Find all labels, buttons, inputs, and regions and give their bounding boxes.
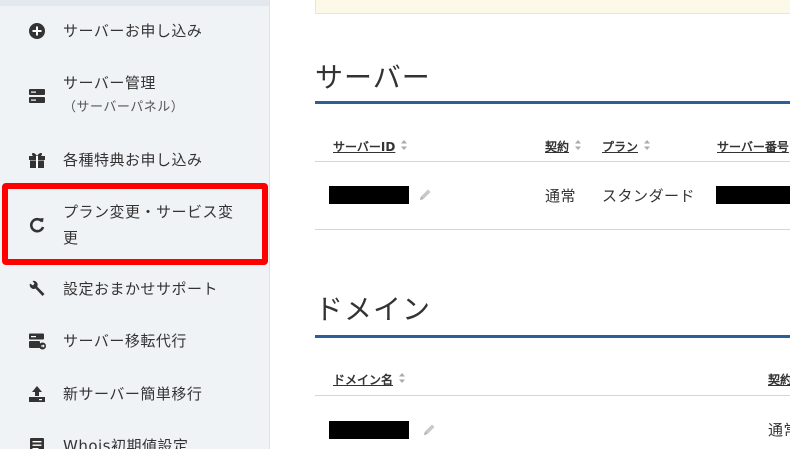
sidebar-item-benefits-apply[interactable]: 各種特典お申し込み — [0, 147, 269, 173]
sidebar-item-label: Whois初期値設定 — [63, 437, 189, 449]
table-row-rule — [315, 229, 790, 230]
domain-section-rule — [315, 335, 790, 338]
sidebar-item-label: 各種特典お申し込み — [63, 151, 203, 169]
sidebar-item-label: サーバー管理 — [63, 74, 156, 92]
document-icon — [26, 435, 48, 449]
server-plan-value: スタンダード — [602, 187, 696, 205]
sidebar-item-label: プラン変更・サービス変 — [63, 203, 234, 221]
server-contract-value: 通常 — [545, 187, 577, 205]
sidebar-item-server-transfer[interactable]: サーバー移転代行 — [0, 328, 269, 354]
domain-contract-value: 通常 — [768, 421, 790, 439]
sidebar-item-label: サーバーお申し込み — [63, 22, 203, 40]
sidebar-top-strip — [0, 0, 269, 6]
sort-icon — [400, 139, 408, 154]
edit-pencil-icon[interactable] — [421, 422, 437, 438]
th-domain-contract-label: 契約 — [768, 373, 790, 387]
th-contract[interactable]: 契約 — [545, 138, 582, 155]
domain-table-header-rule — [315, 395, 790, 396]
th-plan-label: プラン — [602, 140, 639, 154]
redacted-server-number — [716, 186, 790, 204]
redacted-domain-name — [329, 421, 409, 439]
th-domain-name[interactable]: ドメイン名 — [333, 371, 406, 388]
notice-banner — [315, 0, 790, 14]
th-server-id-label: サーバーID — [333, 140, 396, 154]
edit-pencil-icon[interactable] — [417, 187, 433, 203]
sidebar-item-label: 新サーバー簡単移行 — [63, 385, 203, 403]
redacted-server-id — [329, 186, 409, 204]
sidebar-item-whois-settings[interactable]: Whois初期値設定 — [0, 433, 269, 449]
th-domain-name-label: ドメイン名 — [333, 373, 394, 387]
sidebar: サーバーお申し込み サーバー管理 （サーバーパネル） 各種特典お申し込み プラン… — [0, 0, 270, 449]
th-contract-label: 契約 — [545, 140, 570, 154]
server-icon — [26, 85, 48, 107]
th-plan[interactable]: プラン — [602, 138, 651, 155]
refresh-icon — [26, 214, 48, 236]
sort-icon — [574, 139, 582, 154]
sort-icon — [398, 372, 406, 387]
wrench-icon — [26, 278, 48, 300]
sidebar-item-sublabel: （サーバーパネル） — [63, 100, 185, 115]
th-domain-contract[interactable]: 契約 — [768, 371, 790, 388]
sidebar-item-setup-support[interactable]: 設定おまかせサポート — [0, 276, 269, 302]
th-server-id[interactable]: サーバーID — [333, 138, 408, 155]
th-server-number[interactable]: サーバー番号 — [717, 138, 789, 155]
gift-icon — [26, 149, 48, 171]
server-section-rule — [315, 101, 790, 104]
sidebar-item-plan-change[interactable]: プラン変更・サービス変 更 — [0, 199, 269, 251]
upload-icon — [26, 383, 48, 405]
sidebar-item-label: サーバー移転代行 — [63, 332, 187, 350]
sidebar-item-label-line2: 更 — [63, 229, 79, 247]
plus-circle-icon — [26, 20, 48, 42]
sidebar-item-server-management[interactable]: サーバー管理 （サーバーパネル） — [0, 70, 269, 122]
main-content: サーバー サーバーID 契約 プラン サーバー番号 通常 スタンダード ドメイン… — [271, 0, 790, 449]
server-transfer-icon — [26, 330, 48, 352]
th-server-number-label: サーバー番号 — [717, 140, 789, 154]
sort-icon — [643, 139, 651, 154]
domain-section-title: ドメイン — [315, 293, 432, 326]
server-section-title: サーバー — [315, 61, 431, 94]
table-header-rule — [315, 161, 790, 162]
sidebar-item-new-server-migration[interactable]: 新サーバー簡単移行 — [0, 381, 269, 407]
sidebar-item-server-apply[interactable]: サーバーお申し込み — [0, 18, 269, 44]
sidebar-item-label: 設定おまかせサポート — [63, 280, 219, 298]
